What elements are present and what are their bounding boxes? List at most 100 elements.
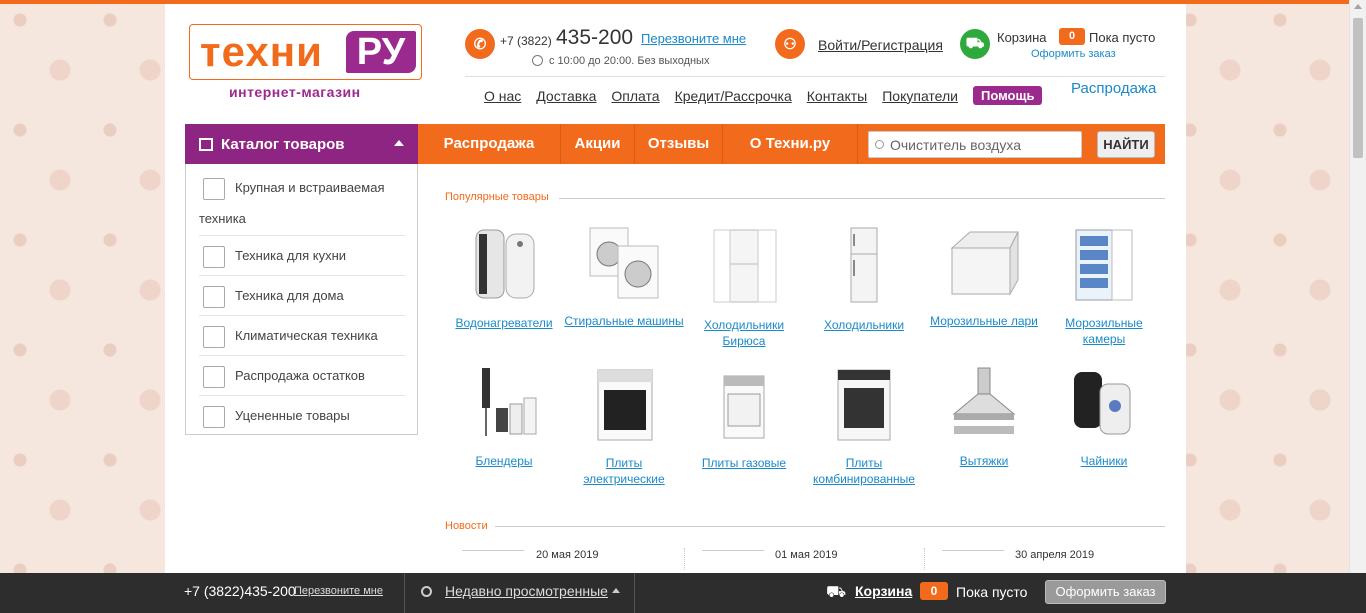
menu-reviews[interactable]: Отзывы — [635, 124, 723, 164]
product-washing-machines[interactable]: Стиральные машины — [564, 224, 684, 329]
product-combined-stoves[interactable]: Плиты комбинированные — [804, 364, 924, 487]
cart-label[interactable]: Корзина — [997, 30, 1047, 45]
sidebar-item-kitchen[interactable]: Техника для кухни — [199, 240, 405, 276]
product-label: Чайники — [1080, 454, 1128, 468]
product-label: Плиты электрические — [583, 456, 665, 486]
product-kettles[interactable]: Чайники — [1044, 364, 1164, 469]
bottom-cart-link[interactable]: Корзина — [855, 583, 912, 599]
catalog-label: Каталог товаров — [221, 135, 345, 153]
menu-promotions[interactable]: Акции — [561, 124, 635, 164]
product-electric-stoves[interactable]: Плиты электрические — [564, 364, 684, 487]
clock-icon — [532, 55, 543, 66]
chest-freezer-image — [950, 231, 1019, 296]
news-date[interactable]: 20 мая 2019 — [536, 549, 598, 561]
nav-credit[interactable]: Кредит/Рассрочка — [675, 88, 792, 104]
login-link[interactable]: Войти/Регистрация — [818, 37, 943, 53]
phone-number: 435-200 — [556, 26, 634, 49]
product-chest-freezers[interactable]: Морозильные лари — [924, 224, 1044, 329]
sidebar-item-label: Распродажа остатков — [235, 368, 365, 383]
product-freezer-cabinets[interactable]: Морозильные камеры — [1044, 224, 1164, 347]
header-divider — [465, 76, 1165, 77]
nav-customers[interactable]: Покупатели — [882, 88, 958, 104]
catalog-button[interactable]: Каталог товаров — [185, 124, 418, 164]
combined-stove-image — [837, 369, 891, 441]
checkout-link[interactable]: Оформить заказ — [1031, 48, 1116, 60]
sidebar-item-discounted[interactable]: Уцененные товары — [199, 400, 405, 436]
kettle-image — [1074, 372, 1131, 435]
nav-delivery[interactable]: Доставка — [536, 88, 596, 104]
bottom-cart-count: 0 — [920, 582, 948, 600]
vertical-scrollbar[interactable] — [1349, 0, 1366, 573]
sidebar-item-climate[interactable]: Климатическая техника — [199, 320, 405, 356]
nav-payment[interactable]: Оплата — [611, 88, 659, 104]
search-icon — [421, 586, 432, 597]
product-label: Холодильники — [823, 318, 905, 332]
cart-status: Пока пусто — [1089, 30, 1156, 45]
home-appliance-icon — [203, 285, 225, 308]
popular-title: Популярные товары — [445, 191, 549, 203]
nav-contacts[interactable]: Контакты — [807, 88, 867, 104]
news-separator — [684, 548, 685, 570]
news-line — [942, 550, 1004, 551]
product-label: Плиты комбинированные — [813, 456, 915, 486]
tablet-icon — [203, 365, 225, 388]
popular-divider — [559, 198, 1165, 199]
product-label: Водонагреватели — [455, 316, 553, 330]
appliance-icon — [203, 177, 225, 200]
search-icon — [875, 140, 884, 149]
bottom-callback-link[interactable]: Перезвоните мне — [294, 585, 383, 597]
help-button[interactable]: Помощь — [973, 86, 1043, 105]
working-hours: с 10:00 до 20:00. Без выходных — [549, 55, 710, 67]
nav-about[interactable]: О нас — [484, 88, 521, 104]
kitchen-icon — [203, 245, 225, 268]
catalog-sidebar: Крупная и встраиваемая техника Техника д… — [185, 164, 418, 435]
product-gas-stoves[interactable]: Плиты газовые — [684, 364, 804, 471]
electric-stove-image — [597, 369, 653, 441]
sidebar-item-label: Техника для дома — [235, 288, 344, 303]
cart-count-badge: 0 — [1059, 28, 1085, 45]
product-label: Морозильные камеры — [1065, 316, 1143, 346]
menu-sale[interactable]: Распродажа — [418, 124, 561, 164]
recently-viewed-link[interactable]: Недавно просмотренные — [445, 583, 608, 599]
caret-up-icon[interactable] — [612, 588, 620, 593]
water-heater-image — [475, 229, 535, 299]
logo[interactable]: техни РУ — [189, 24, 422, 80]
sale-link[interactable]: Распродажа — [1071, 80, 1156, 97]
bottom-divider — [634, 573, 635, 613]
news-line — [702, 550, 764, 551]
scroll-thumb[interactable] — [1353, 18, 1363, 158]
blender-image — [482, 368, 537, 436]
menu-about[interactable]: О Техни.ру — [723, 124, 858, 164]
sidebar-item-large-appliances[interactable]: Крупная и встраиваемая техника — [199, 172, 405, 236]
cart-icon[interactable]: ⛟ — [960, 29, 990, 59]
search-button[interactable]: НАЙТИ — [1097, 131, 1155, 158]
news-date[interactable]: 01 мая 2019 — [775, 549, 837, 561]
bottom-cart-status: Пока пусто — [956, 584, 1028, 600]
product-blenders[interactable]: Блендеры — [444, 364, 564, 469]
tablet-icon — [203, 405, 225, 428]
search-input[interactable]: Очиститель воздуха — [868, 131, 1082, 158]
product-hoods[interactable]: Вытяжки — [924, 364, 1044, 469]
phone-icon: ✆ — [465, 29, 495, 59]
phone-prefix: +7 (3822) — [500, 34, 552, 48]
product-label: Блендеры — [475, 454, 533, 468]
page-container: техни РУ интернет-магазин ✆ +7 (3822) 43… — [165, 4, 1186, 574]
scroll-up-icon[interactable] — [1354, 4, 1362, 9]
product-biryusa-fridges[interactable]: Холодильники Бирюса — [684, 224, 804, 349]
logo-subtitle: интернет-магазин — [229, 84, 361, 100]
bottom-divider — [404, 573, 405, 613]
callback-link[interactable]: Перезвоните мне — [641, 31, 746, 46]
news-divider — [495, 526, 1165, 527]
climate-icon — [203, 325, 225, 348]
product-fridges[interactable]: Холодильники — [804, 224, 924, 333]
fridge-open-image — [713, 229, 777, 303]
sidebar-item-clearance[interactable]: Распродажа остатков — [199, 360, 405, 396]
news-date[interactable]: 30 апреля 2019 — [1015, 549, 1094, 561]
bottom-checkout-button[interactable]: Оформить заказ — [1045, 580, 1166, 604]
product-label: Плиты газовые — [701, 456, 787, 470]
news-separator — [924, 548, 925, 570]
product-water-heaters[interactable]: Водонагреватели — [444, 224, 564, 331]
list-icon — [199, 137, 213, 151]
main-menu-bar: Распродажа Акции Отзывы О Техни.ру Очист… — [418, 124, 1165, 164]
sidebar-item-home[interactable]: Техника для дома — [199, 280, 405, 316]
